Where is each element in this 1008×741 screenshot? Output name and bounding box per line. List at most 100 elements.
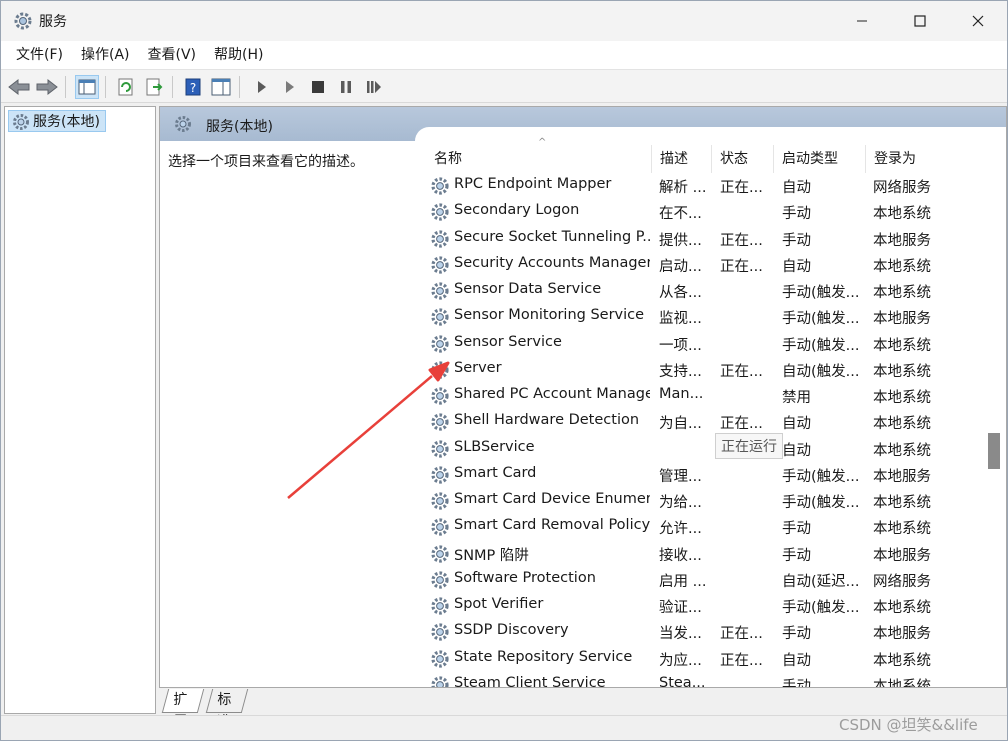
service-startup-type: 自动(延迟... [782,573,860,590]
service-status: 正在... [720,180,763,196]
service-startup-type: 自动(触发... [782,363,860,380]
vertical-scrollbar[interactable] [986,145,1006,687]
service-description: 启用 ... [659,573,707,590]
service-log-on-as: 本地系统 [873,652,931,669]
service-log-on-as: 本地系统 [873,258,931,275]
refresh-button[interactable] [114,75,138,99]
service-description: 从各... [659,285,702,301]
close-icon [972,15,984,27]
menu-view[interactable]: 查看(V) [139,41,206,69]
service-log-on-as: 本地系统 [873,285,931,301]
services-window: 服务 文件(F) 操作(A) 查看(V) 帮助(H) ? 服务(本地) 服务(本… [0,0,1008,741]
service-status: 正在... [720,258,763,275]
service-startup-type: 手动 [782,206,811,223]
service-description: 在不... [659,206,702,223]
service-description: Man... [659,386,704,402]
service-name: Software Protection [454,569,596,586]
service-log-on-as: 本地系统 [873,337,931,354]
tab-standard[interactable]: 标准 [205,689,249,730]
restart-service-button[interactable] [362,75,386,99]
scrollbar-thumb[interactable] [988,433,1000,469]
start-service-alt-button[interactable] [278,75,302,99]
service-startup-type: 手动 [782,626,811,643]
table-row[interactable]: SLBService 自动 本地系统 [424,436,944,462]
table-row[interactable]: Secondary Logon 在不... 手动 本地系统 [424,199,944,225]
maximize-button[interactable] [891,1,949,41]
service-name: Smart Card Device Enumer... [454,491,650,507]
back-button[interactable] [7,75,31,99]
minimize-button[interactable] [833,1,891,41]
export-button[interactable] [142,75,166,99]
menu-action[interactable]: 操作(A) [72,41,139,69]
table-row[interactable]: Secure Socket Tunneling P... 提供... 正在... 手动… [424,226,944,252]
service-log-on-as: 网络服务 [873,180,931,196]
service-description: 启动... [659,258,702,275]
service-log-on-as: 本地系统 [873,416,931,433]
properties-button[interactable] [209,75,233,99]
table-row[interactable]: Shell Hardware Detection 为自... 正在... 自动 本地系统 [424,409,944,435]
service-log-on-as: 本地系统 [873,678,931,688]
services-list: RPC Endpoint Mapper 解析 ... 正在... 自动 网络服务 Seco… [424,173,944,688]
service-description: 支持... [659,363,702,380]
service-gear-icon [430,202,450,226]
service-description: 解析 ... [659,180,707,196]
service-gear-icon [430,517,450,541]
service-log-on-as: 本地系统 [873,363,931,380]
service-name: SLBService [454,438,535,455]
services-gear-icon [174,115,192,137]
service-name: Security Accounts Manager [454,254,650,271]
close-button[interactable] [949,1,1007,41]
table-row[interactable]: Spot Verifier 验证... 手动(触发... 本地系统 [424,593,944,619]
table-row[interactable]: RPC Endpoint Mapper 解析 ... 正在... 自动 网络服务 [424,173,944,199]
column-header-startup-type[interactable]: 启动类型 [774,145,866,173]
show-tree-button[interactable] [75,75,99,99]
status-tooltip: 正在运行 [715,433,783,459]
menu-help[interactable]: 帮助(H) [205,41,272,69]
table-row[interactable]: Smart Card 管理... 手动(触发... 本地服务 [424,462,944,488]
service-startup-type: 手动(触发... [782,337,860,354]
table-row[interactable]: Sensor Data Service 从各... 手动(触发... 本地系统 [424,278,944,304]
table-row[interactable]: SSDP Discovery 当发... 正在... 手动 本地服务 [424,619,944,645]
table-row[interactable]: Server 支持... 正在... 自动(触发... 本地系统 [424,357,944,383]
start-service-button[interactable] [250,75,274,99]
pane-header: 服务(本地) [160,107,1006,141]
table-row[interactable]: Shared PC Account Manager Man... 禁用 本地系统 [424,383,944,409]
services-pane: 服务(本地) 选择一个项目来查看它的描述。 名称 ^ 描述 状态 启动类型 登录… [159,106,1007,688]
service-log-on-as: 本地服务 [873,311,931,328]
table-row[interactable]: Security Accounts Manager 启动... 正在... 自动 本地系… [424,252,944,278]
service-gear-icon [430,622,450,646]
table-row[interactable]: Sensor Monitoring Service 监视... 手动(触发... 本地… [424,304,944,330]
service-name: State Repository Service [454,648,633,665]
pause-service-button[interactable] [334,75,358,99]
stop-service-icon [312,81,324,93]
title-bar: 服务 [1,1,1007,41]
table-row[interactable]: Smart Card Removal Policy 允许... 手动 本地系统 [424,514,944,540]
table-row[interactable]: Steam Client Service Stea... 手动 本地系统 [424,672,944,688]
table-row[interactable]: State Repository Service 为应... 正在... 自动 本地系统 [424,646,944,672]
tab-extended[interactable]: 扩展 [161,689,205,730]
service-name: Server [454,359,502,376]
help-button[interactable]: ? [181,75,205,99]
column-header-description[interactable]: 描述 [652,145,712,173]
column-header-log-on-as[interactable]: 登录为 [866,145,942,173]
table-row[interactable]: SNMP 陷阱 接收... 手动 本地服务 [424,541,944,567]
service-gear-icon [430,649,450,673]
table-row[interactable]: Software Protection 启用 ... 自动(延迟... 网络服务 [424,567,944,593]
service-startup-type: 手动 [782,547,811,564]
stop-service-button[interactable] [306,75,330,99]
column-header-name[interactable]: 名称 [426,145,652,173]
service-gear-icon [430,307,450,331]
column-header-status[interactable]: 状态 [712,145,774,173]
service-gear-icon [430,412,450,436]
service-log-on-as: 本地服务 [873,232,931,249]
tree-item-services-local[interactable]: 服务(本地) [8,110,106,132]
menu-file[interactable]: 文件(F) [7,41,72,69]
service-gear-icon [430,360,450,384]
table-row[interactable]: Smart Card Device Enumer... 为给... 手动(触发...… [424,488,944,514]
service-log-on-as: 本地系统 [873,600,931,616]
service-name: Secondary Logon [454,202,580,219]
table-row[interactable]: Sensor Service 一项... 手动(触发... 本地系统 [424,331,944,357]
service-name: Spot Verifier [454,596,544,612]
forward-button[interactable] [35,75,59,99]
service-gear-icon [430,255,450,279]
